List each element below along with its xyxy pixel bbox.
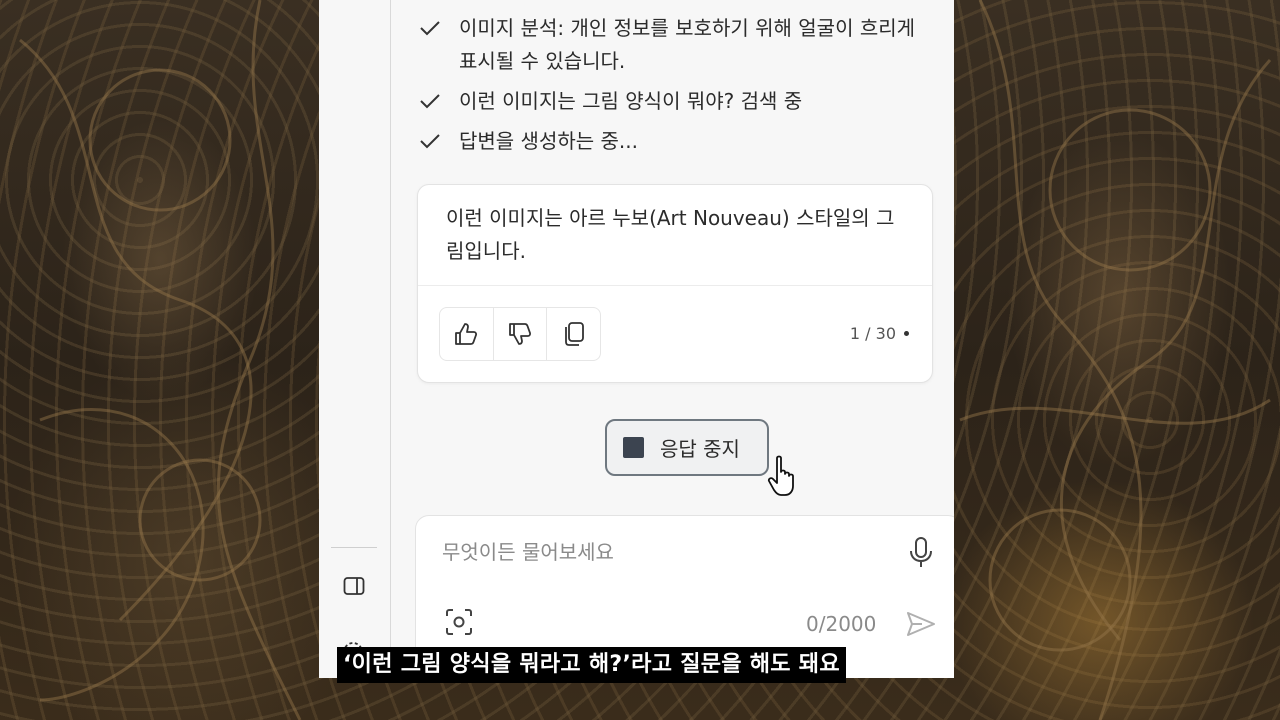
screenshot-icon[interactable] bbox=[444, 607, 474, 637]
left-rail bbox=[319, 0, 391, 678]
thumbs-up-icon bbox=[455, 323, 478, 345]
response-counter: 1 / 30 bbox=[849, 324, 896, 343]
stop-response-button[interactable]: 응답 중지 bbox=[605, 419, 769, 476]
answer-divider bbox=[418, 285, 932, 286]
copilot-window: 이미지 분석: 개인 정보를 보호하기 위해 얼굴이 흐리게 표시될 수 있습니… bbox=[319, 0, 954, 678]
message-input[interactable] bbox=[442, 540, 882, 564]
stop-response-label: 응답 중지 bbox=[660, 437, 740, 461]
step-item: 이런 이미지는 그림 양식이 뭐야? 검색 중 bbox=[419, 85, 939, 118]
feedback-actions bbox=[439, 307, 601, 361]
step-item: 이미지 분석: 개인 정보를 보호하기 위해 얼굴이 흐리게 표시될 수 있습니… bbox=[419, 12, 939, 78]
character-count: 0/2000 bbox=[806, 612, 877, 636]
step-text: 이미지 분석: 개인 정보를 보호하기 위해 얼굴이 흐리게 표시될 수 있습니… bbox=[459, 16, 916, 73]
step-text: 이런 이미지는 그림 양식이 뭐야? 검색 중 bbox=[459, 89, 803, 113]
check-icon bbox=[420, 134, 440, 149]
stop-icon bbox=[623, 437, 644, 458]
check-icon bbox=[420, 94, 440, 109]
hand-cursor-icon bbox=[767, 455, 794, 496]
thumbs-up-button[interactable] bbox=[440, 308, 494, 360]
counter-dot bbox=[904, 331, 909, 336]
sidebar-panel-icon[interactable] bbox=[342, 574, 366, 598]
progress-steps: 이미지 분석: 개인 정보를 보호하기 위해 얼굴이 흐리게 표시될 수 있습니… bbox=[419, 12, 939, 165]
thumbs-down-icon bbox=[509, 323, 532, 345]
chat-area: 이미지 분석: 개인 정보를 보호하기 위해 얼굴이 흐리게 표시될 수 있습니… bbox=[391, 0, 954, 678]
rail-divider bbox=[331, 547, 377, 548]
mic-icon[interactable] bbox=[908, 536, 934, 570]
step-item: 답변을 생성하는 중... bbox=[419, 125, 939, 158]
step-text: 답변을 생성하는 중... bbox=[459, 129, 638, 153]
check-icon bbox=[420, 21, 440, 36]
answer-text: 이런 이미지는 아르 누보(Art Nouveau) 스타일의 그림입니다. bbox=[446, 206, 895, 263]
copy-icon bbox=[564, 322, 584, 346]
copy-button[interactable] bbox=[547, 308, 600, 360]
answer-card: 이런 이미지는 아르 누보(Art Nouveau) 스타일의 그림입니다. 1… bbox=[417, 184, 933, 383]
thumbs-down-button[interactable] bbox=[494, 308, 548, 360]
send-icon[interactable] bbox=[905, 610, 937, 638]
video-subtitle: ‘이런 그림 양식을 뭐라고 해?’라고 질문을 해도 돼요 bbox=[337, 647, 846, 683]
